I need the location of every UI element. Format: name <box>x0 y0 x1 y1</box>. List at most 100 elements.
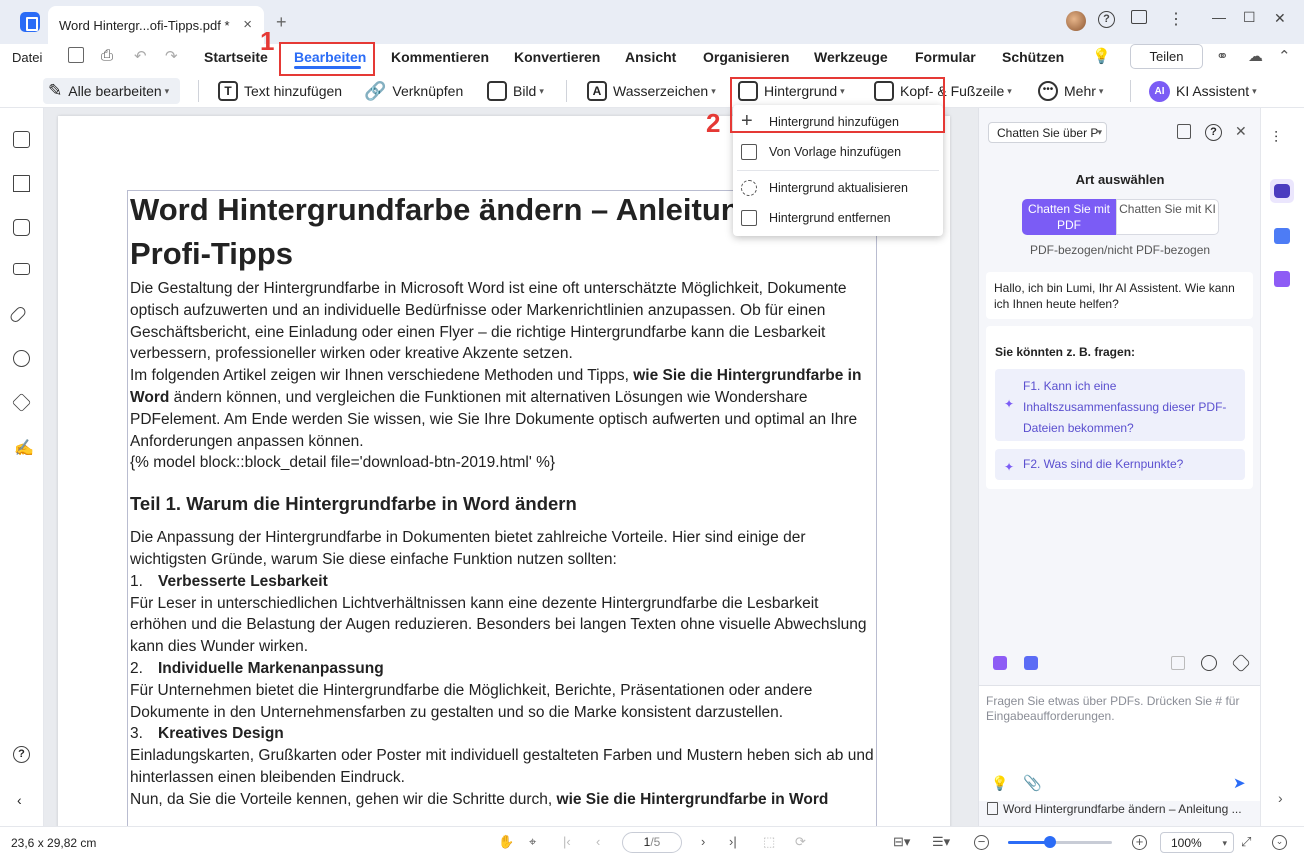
help-icon[interactable]: ? <box>1205 124 1222 141</box>
ai-robot-icon[interactable] <box>1270 179 1294 203</box>
tab-organisieren[interactable]: Organisieren <box>703 49 789 65</box>
first-page-icon[interactable]: |‹ <box>563 834 571 849</box>
history-icon[interactable] <box>1201 655 1217 671</box>
list-item[interactable]: 1. Verbesserte Lesbarkeit <box>130 571 875 593</box>
signature-icon[interactable]: ✍ <box>14 438 34 457</box>
translate-icon[interactable] <box>1024 656 1038 670</box>
more-vertical-icon[interactable]: ⋮ <box>1168 9 1184 29</box>
list-item[interactable]: 2. Individuelle Markenanpassung <box>130 658 875 680</box>
suggestion-item[interactable]: ✦ F1. Kann ich eine Inhaltszusammenfassu… <box>995 369 1245 441</box>
page-layout-icon[interactable]: ⊟▾ <box>893 834 910 850</box>
help-icon[interactable]: ? <box>13 746 30 763</box>
paragraph[interactable]: Für Unternehmen bietet die Hintergrundfa… <box>130 680 875 724</box>
zoom-slider-thumb[interactable] <box>1043 836 1056 848</box>
zoom-out-icon[interactable]: − <box>974 835 989 850</box>
add-text-button[interactable]: T Text hinzufügen <box>218 78 342 104</box>
menu-item-remove-background[interactable]: Hintergrund entfernen <box>733 204 943 232</box>
tab-startseite[interactable]: Startseite <box>204 49 268 65</box>
minimize-icon[interactable]: — <box>1212 9 1226 25</box>
paragraph[interactable]: Nun, da Sie die Vorteile kennen, gehen w… <box>130 789 875 811</box>
paragraph[interactable]: Im folgenden Artikel zeigen wir Ihnen ve… <box>130 365 875 452</box>
document-tab[interactable]: Word Hintergr...ofi-Tipps.pdf * × <box>48 6 264 44</box>
translate-ai-icon[interactable] <box>1274 228 1290 244</box>
paragraph[interactable]: Einladungskarten, Grußkarten oder Poster… <box>130 745 875 789</box>
suggestion-item[interactable]: ✦ F2. Was sind die Kernpunkte? <box>995 449 1245 480</box>
next-page-icon[interactable]: › <box>701 834 705 849</box>
menu-item-update-background[interactable]: Hintergrund aktualisieren <box>733 174 943 202</box>
chat-with-ai-toggle[interactable]: Chatten Sie mit KI <box>1116 199 1219 235</box>
referenced-document[interactable]: Word Hintergrundfarbe ändern – Anleitung… <box>987 802 1242 816</box>
rotate-icon[interactable]: ⟳ <box>795 834 806 850</box>
image-button[interactable]: Bild ▾ <box>487 78 544 104</box>
menu-item-from-template[interactable]: Von Vorlage hinzufügen <box>733 138 943 166</box>
layers-list-icon[interactable] <box>13 263 30 275</box>
chat-pdf-icon[interactable] <box>993 656 1007 670</box>
tab-ansicht[interactable]: Ansicht <box>625 49 676 65</box>
layers-icon[interactable] <box>11 392 32 413</box>
edit-all-button[interactable]: ✎ Alle bearbeiten ▾ <box>43 78 180 104</box>
more-button[interactable]: ••• Mehr ▾ <box>1038 78 1103 104</box>
paragraph[interactable]: {% model block::block_detail file='downl… <box>130 452 875 474</box>
paragraph[interactable]: Die Anpassung der Hintergrundfarbe in Do… <box>130 527 875 571</box>
print-icon[interactable]: ⎙ <box>101 47 113 64</box>
lightbulb-icon[interactable]: 💡 <box>1092 47 1111 65</box>
tab-werkzeuge[interactable]: Werkzeuge <box>814 49 888 65</box>
copy-icon[interactable] <box>1171 656 1185 670</box>
tab-schuetzen[interactable]: Schützen <box>1002 49 1064 65</box>
help-icon[interactable]: ? <box>1098 11 1115 28</box>
ai-assistant-button[interactable]: AI KI Assistent ▾ <box>1149 78 1257 104</box>
last-page-icon[interactable]: ›| <box>729 834 737 849</box>
expand-up-icon[interactable]: ⌃ <box>1278 47 1291 65</box>
expand-right-icon[interactable]: › <box>1278 790 1283 806</box>
bookmark-icon[interactable] <box>13 175 30 192</box>
save-icon[interactable] <box>68 47 84 63</box>
close-tab-icon[interactable]: × <box>243 16 252 33</box>
new-tab-icon[interactable]: + <box>276 12 287 33</box>
attach-icon[interactable]: 📎 <box>1023 774 1042 792</box>
page-number-input[interactable]: 1/5 <box>622 832 682 853</box>
zoom-slider[interactable] <box>1008 836 1112 848</box>
properties-sliders-icon[interactable]: ⫶ <box>1274 130 1278 148</box>
document-text[interactable]: Word Hintergrundfarbe ändern – Anleitung… <box>130 188 875 811</box>
search-icon[interactable] <box>13 350 30 367</box>
zoom-in-icon[interactable]: + <box>1132 835 1147 850</box>
list-item[interactable]: 3. Kreatives Design <box>130 723 875 745</box>
zoom-select[interactable]: 100% ▾ <box>1160 832 1234 853</box>
close-window-icon[interactable]: ✕ <box>1274 10 1286 27</box>
hand-tool-icon[interactable]: ✋ <box>498 834 514 850</box>
fullscreen-icon[interactable]: ⤢ <box>1241 834 1251 850</box>
tab-konvertieren[interactable]: Konvertieren <box>514 49 600 65</box>
scroll-mode-icon[interactable]: ☰▾ <box>932 834 950 850</box>
attachment-icon[interactable] <box>8 304 28 325</box>
undo-icon[interactable]: ↶ <box>134 47 147 65</box>
avatar[interactable] <box>1066 11 1086 31</box>
maximize-icon[interactable]: ☐ <box>1243 9 1256 26</box>
tab-kommentieren[interactable]: Kommentieren <box>391 49 489 65</box>
watermark-button[interactable]: A Wasserzeichen ▾ <box>587 78 716 104</box>
comment-icon[interactable] <box>13 219 30 236</box>
cloud-upload-icon[interactable]: ☁ <box>1248 47 1263 65</box>
tab-formular[interactable]: Formular <box>915 49 976 65</box>
select-tool-icon[interactable]: ⌖ <box>529 834 536 850</box>
previous-page-icon[interactable]: ‹ <box>596 834 600 849</box>
share-network-icon[interactable]: ⚭ <box>1216 47 1229 65</box>
chat-mode-select[interactable]: Chatten Sie über P ▾ <box>988 122 1107 143</box>
fit-page-icon[interactable]: ⬚ <box>763 834 775 850</box>
message-icon[interactable] <box>1131 10 1147 24</box>
section-heading[interactable]: Teil 1. Warum die Hintergrundfarbe in Wo… <box>130 491 875 517</box>
collapse-status-icon[interactable]: ⌄ <box>1272 835 1287 850</box>
link-button[interactable]: 🔗 Verknüpfen <box>364 78 463 104</box>
send-icon[interactable]: ➤ <box>1233 774 1246 792</box>
pages-icon[interactable] <box>13 131 30 148</box>
prompt-bulb-icon[interactable]: 💡 <box>991 775 1008 792</box>
collapse-left-icon[interactable]: ‹ <box>17 792 34 809</box>
task-check-icon[interactable] <box>1274 271 1290 287</box>
chat-input[interactable]: Fragen Sie etwas über PDFs. Drücken Sie … <box>979 685 1261 801</box>
chat-with-pdf-toggle[interactable]: Chatten Sie mit PDF <box>1022 199 1116 235</box>
share-button[interactable]: Teilen <box>1130 44 1203 69</box>
paragraph[interactable]: Für Leser in unterschiedlichen Lichtverh… <box>130 593 875 658</box>
redo-icon[interactable]: ↷ <box>165 47 178 65</box>
settings-icon[interactable] <box>1231 653 1251 673</box>
new-chat-icon[interactable] <box>1177 124 1191 139</box>
close-panel-icon[interactable]: ✕ <box>1235 123 1247 140</box>
